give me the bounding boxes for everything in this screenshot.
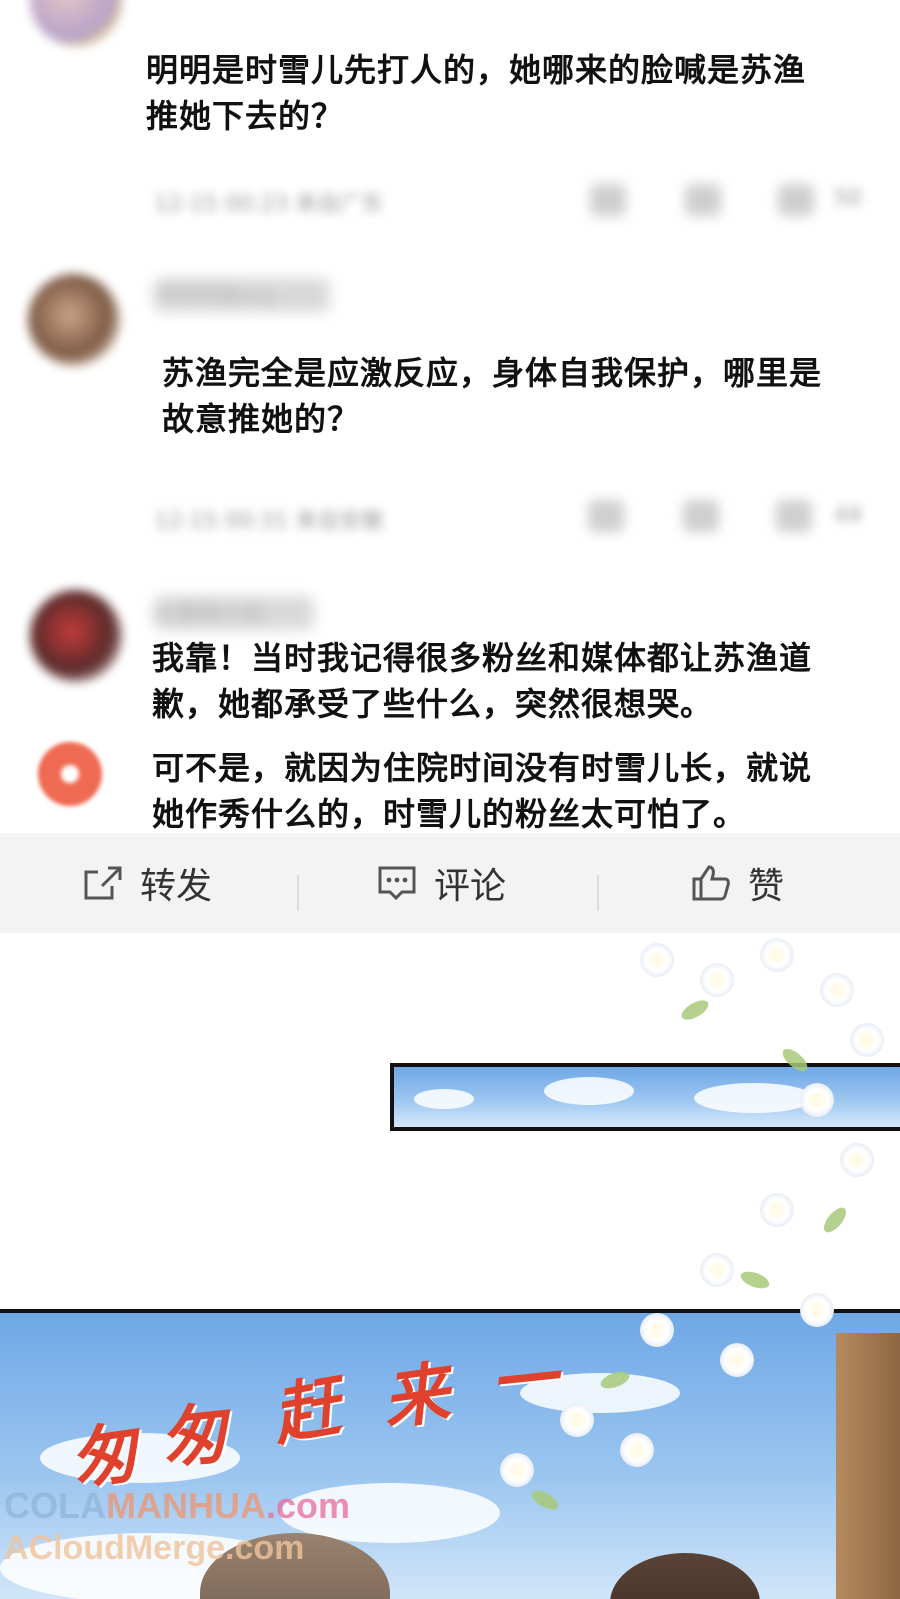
comment-text-line: 歉，她都承受了些什么，突然很想哭。 [152,685,714,723]
username[interactable]: 咩咩咩鱼my [154,278,330,312]
reply-text: 可不是，就因为住院时间没有时雪儿长，就说 她作秀什么的，时雪儿的粉丝太可怕了。 [152,745,812,837]
blossom [760,1193,794,1227]
blossom [820,973,854,1007]
comment-text-line: 推她下去的？ [146,97,345,135]
comment-meta: 12-15 00:23 来自广东 [154,192,384,217]
cloud [694,1083,814,1113]
comment-text-line: 故意推她的？ [162,400,361,438]
watermark: ACloudMerge.com [4,1529,305,1567]
blossom [700,963,734,997]
comic-panel-area: 匆 匆 赶 来 一 COLAMANHUA.com ACloudMerge.com [0,933,900,1599]
repost-label: 转发 [140,866,213,907]
blossom [700,1253,734,1287]
blossom [800,1083,834,1117]
avatar[interactable] [38,742,102,806]
comment-text: 明明是时雪儿先打人的，她哪来的脸喊是苏渔 推她下去的？ [146,47,806,139]
comment-icon[interactable] [683,500,719,532]
cloud [414,1089,474,1109]
comment-icon[interactable] [685,184,721,216]
blossom [500,1453,534,1487]
blossom [620,1433,654,1467]
blossom [760,938,794,972]
comic-title-char: 一 [486,1338,561,1424]
tree-trunk [836,1333,900,1599]
thumb-up-icon [692,865,730,901]
repost-icon[interactable] [590,184,626,216]
repost-button[interactable]: 转发 [82,833,212,933]
blossom [840,1143,874,1177]
comment-text: 苏渔完全是应激反应，身体自我保护，哪里是 故意推她的？ [162,350,822,442]
blossom [640,943,674,977]
leaf [738,1268,772,1292]
comment-text: 我靠！当时我记得很多粉丝和媒体都让苏渔道 歉，她都承受了些什么，突然很想哭。 [152,635,812,727]
comment-icon [378,866,416,901]
divider [597,875,599,911]
username[interactable]: 红薯豫小姐 [154,596,314,630]
blossom [850,1023,884,1057]
blossom [720,1343,754,1377]
comment-label: 评论 [434,866,507,907]
blossom [560,1403,594,1437]
blossom [640,1313,674,1347]
share-icon [84,866,122,900]
comic-title-char: 来 [377,1352,454,1440]
comment-button[interactable]: 评论 [376,833,506,933]
comment-text-line: 明明是时雪儿先打人的，她哪来的脸喊是苏渔 [146,51,807,89]
blossom [800,1293,834,1327]
like-label: 赞 [748,866,785,907]
like-button[interactable]: 赞 [690,833,784,933]
action-bar: 转发 评论 赞 [0,833,900,933]
cloud [544,1077,634,1105]
thumb-up-icon[interactable] [776,500,812,532]
leaf [678,996,712,1024]
like-count: 50 [834,186,862,211]
comic-title-char: 匆 [156,1393,231,1479]
repost-icon[interactable] [588,500,624,532]
avatar[interactable] [28,274,120,366]
comment-meta: 12-15 00:31 来自安徽 [154,509,384,534]
avatar[interactable] [30,590,122,682]
comment-text-line: 我靠！当时我记得很多粉丝和媒体都让苏渔道 [152,639,813,677]
comment-1: 明明是时雪儿先打人的，她哪来的脸喊是苏渔 推她下去的？ 12-15 00:23 … [0,0,900,250]
watermark: COLAMANHUA.com [4,1485,351,1526]
comment-text-line: 她作秀什么的，时雪儿的粉丝太可怕了。 [152,795,747,833]
thumb-up-icon[interactable] [778,184,814,216]
comment-text-line: 可不是，就因为住院时间没有时雪儿长，就说 [152,749,813,787]
leaf [819,1204,851,1236]
divider [297,875,299,911]
comment-text-line: 苏渔完全是应激反应，身体自我保护，哪里是 [162,354,823,392]
like-count: 44 [834,503,862,528]
